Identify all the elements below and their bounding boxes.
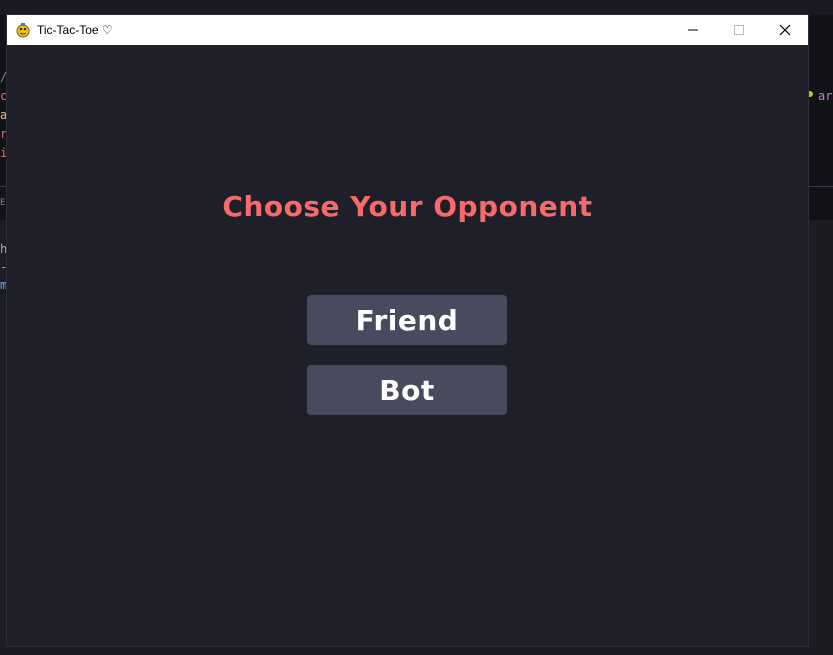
minimize-button[interactable]: [670, 15, 716, 45]
background-top-strip: [0, 0, 833, 15]
maximize-button[interactable]: [716, 15, 762, 45]
close-icon: [779, 24, 791, 36]
bot-button[interactable]: Bot: [307, 365, 507, 415]
pygame-snake-icon: [15, 22, 31, 38]
page-title: Choose Your Opponent: [222, 190, 593, 223]
window-title: Tic-Tac-Toe ♡: [37, 23, 113, 37]
friend-button[interactable]: Friend: [307, 295, 507, 345]
close-button[interactable]: [762, 15, 808, 45]
minimize-icon: [688, 29, 698, 31]
game-canvas: Choose Your Opponent Friend Bot: [7, 45, 808, 646]
background-code-fragment-right: ar: [818, 89, 833, 103]
maximize-icon: [734, 25, 744, 35]
app-window: Tic-Tac-Toe ♡ Choose Your Opponent Frien…: [7, 15, 808, 646]
title-bar[interactable]: Tic-Tac-Toe ♡: [7, 15, 808, 45]
